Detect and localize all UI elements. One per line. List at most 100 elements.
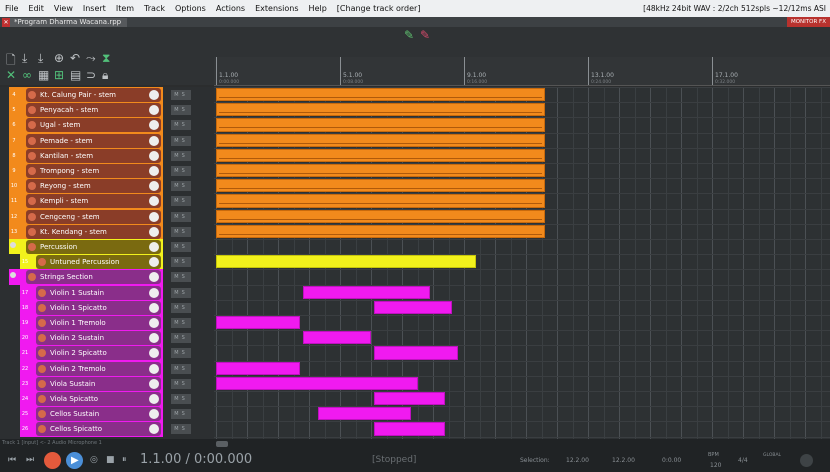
record-arm-icon[interactable] [28,227,36,236]
mute-solo-buttons[interactable]: MS [171,242,191,252]
record-arm-icon[interactable] [28,243,36,251]
ripple-icon[interactable]: ∞ [22,68,32,82]
track-name[interactable]: Violin 1 Spicatto [36,300,161,315]
mute-solo-buttons[interactable]: MS [171,424,191,435]
open-project-icon[interactable]: ⤓ [22,51,27,66]
undo-icon[interactable]: ↶ [70,51,80,65]
mute-solo-buttons[interactable]: MS [171,211,191,222]
stop-icon[interactable]: ■ [106,455,115,465]
mute-solo-buttons[interactable]: MS [171,363,191,374]
snap-icon[interactable]: ⊞ [54,68,64,82]
save-project-icon[interactable]: ⤓ [38,51,43,66]
settings-icon[interactable]: ⊕ [54,51,64,65]
go-start-icon[interactable]: ⏮ [8,455,16,465]
track-name[interactable]: Viola Spicatto [36,392,161,406]
loop-icon[interactable]: ⊃ [86,68,96,82]
media-item[interactable] [318,407,412,421]
record-arm-icon[interactable] [38,410,46,419]
menu-item[interactable]: Help [304,4,332,13]
media-item[interactable] [216,316,300,330]
volume-knob[interactable] [149,181,159,192]
repeat-icon[interactable]: ◎ [90,455,98,465]
mute-solo-buttons[interactable]: MS [171,333,191,344]
project-tab[interactable]: *Program Dharma Wacana.rpp [2,18,128,27]
mute-solo-buttons[interactable]: MS [171,196,191,207]
record-arm-icon[interactable] [38,303,46,312]
record-arm-icon[interactable] [38,364,46,373]
record-arm-icon[interactable] [38,349,46,358]
volume-knob[interactable] [149,394,159,404]
track-name[interactable]: Strings Section [26,270,161,285]
selection-end[interactable]: 12.2.00 [612,457,635,464]
media-item[interactable] [216,103,545,117]
media-item[interactable] [216,255,477,269]
selection-start[interactable]: 12.2.00 [566,457,589,464]
arrange-view[interactable] [214,87,830,439]
track-name[interactable]: Cellos Sustain [36,407,161,422]
go-end-icon[interactable]: ⏭ [26,455,34,465]
record-arm-icon[interactable] [28,167,36,175]
track-name[interactable]: Pemade - stem [26,133,161,148]
volume-knob[interactable] [149,348,159,359]
selection-length[interactable]: 0:0.00 [662,457,681,464]
track-name[interactable]: Ugal - stem [26,118,161,133]
envelope-icon[interactable]: ✎ [404,28,414,42]
locking-icon[interactable]: ▤ [70,68,81,82]
item-grouping-icon[interactable]: ▦ [38,68,49,82]
record-arm-icon[interactable] [38,379,46,388]
media-item[interactable] [216,224,545,238]
media-item[interactable] [216,376,418,390]
volume-knob[interactable] [149,409,159,420]
media-item[interactable] [216,164,545,178]
record-arm-icon[interactable] [28,106,36,115]
mute-solo-buttons[interactable]: MS [171,135,191,146]
mute-solo-buttons[interactable]: MS [171,348,191,359]
record-arm-icon[interactable] [28,212,36,221]
mute-solo-buttons[interactable]: MS [171,150,191,161]
track-name[interactable]: Kt. Kendang - stem [26,224,161,239]
mute-solo-buttons[interactable]: MS [171,105,191,116]
volume-knob[interactable] [149,90,159,100]
record-arm-icon[interactable] [38,425,46,434]
record-arm-icon[interactable] [38,288,46,297]
record-arm-icon[interactable] [28,182,36,191]
volume-knob[interactable] [149,105,159,116]
volume-knob[interactable] [149,272,159,283]
menu-item[interactable]: Track [139,4,170,13]
record-arm-icon[interactable] [28,151,36,160]
media-item[interactable] [374,346,458,360]
media-item[interactable] [216,194,545,208]
media-item[interactable] [216,133,545,147]
track-name[interactable]: Violin 2 Sustain [36,331,161,346]
horizontal-scrollbar[interactable]: Track 1 [input] <- 2 Audio Microphone 1 [0,439,830,449]
mute-solo-buttons[interactable]: MS [171,302,191,313]
menu-item[interactable]: [Change track order] [332,4,426,13]
volume-knob[interactable] [149,120,159,131]
volume-knob[interactable] [149,211,159,222]
track-name[interactable]: Violin 2 Tremolo [36,361,161,376]
track-name[interactable]: Violin 2 Spicatto [36,346,161,361]
volume-knob[interactable] [149,287,159,298]
mute-solo-buttons[interactable]: MS [171,166,191,176]
volume-knob[interactable] [149,166,159,176]
record-arm-icon[interactable] [28,197,36,206]
volume-knob[interactable] [149,135,159,146]
mute-solo-buttons[interactable]: MS [171,226,191,237]
volume-knob[interactable] [149,196,159,207]
redo-icon[interactable]: ⤳ [86,51,96,66]
menu-item[interactable]: Extensions [250,4,303,13]
play-button[interactable]: ▶ [66,452,83,469]
mute-solo-buttons[interactable]: MS [171,287,191,298]
fx-icon[interactable]: ✎ [420,28,430,42]
volume-knob[interactable] [149,378,159,389]
metronome-icon[interactable]: ⧗ [102,51,110,66]
record-arm-icon[interactable] [38,395,46,403]
track-name[interactable]: Trompong - stem [26,164,161,178]
volume-knob[interactable] [149,333,159,344]
mute-solo-buttons[interactable]: MS [171,409,191,420]
menu-item[interactable]: Insert [78,4,111,13]
record-arm-icon[interactable] [28,91,36,99]
record-arm-icon[interactable] [28,136,36,145]
record-arm-icon[interactable] [38,334,46,343]
volume-knob[interactable] [149,226,159,237]
